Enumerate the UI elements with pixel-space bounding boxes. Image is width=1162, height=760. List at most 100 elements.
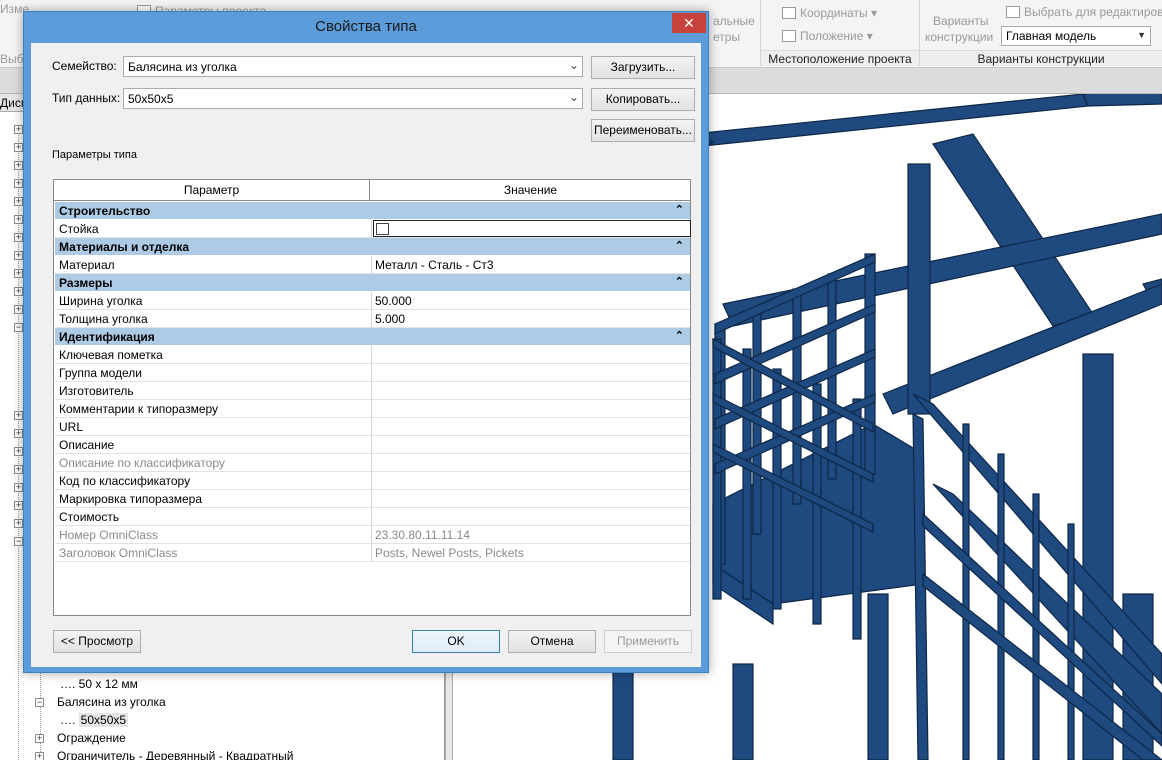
expand-icon[interactable]: + bbox=[35, 734, 44, 743]
group-header[interactable]: Размеры ⌃ bbox=[55, 274, 690, 292]
checkbox[interactable] bbox=[376, 223, 389, 235]
expand-icon[interactable]: + bbox=[14, 411, 23, 420]
column-value-header[interactable]: Значение bbox=[371, 180, 690, 201]
expand-icon[interactable]: + bbox=[14, 429, 23, 438]
parameter-row[interactable]: Маркировка типоразмера bbox=[55, 490, 690, 508]
apply-button[interactable]: Применить bbox=[604, 630, 692, 653]
coordinates-button[interactable]: Координаты ▾ bbox=[782, 6, 877, 20]
parameter-value: 23.30.80.11.11.14 bbox=[375, 528, 470, 542]
dialog-title: Свойства типа bbox=[315, 18, 417, 35]
parameter-row[interactable]: Ключевая пометка bbox=[55, 346, 690, 364]
close-icon[interactable]: ✕ bbox=[672, 13, 706, 33]
expand-icon[interactable]: + bbox=[14, 269, 23, 278]
parameter-row[interactable]: Толщина уголка 5.000 bbox=[55, 310, 690, 328]
tree-item-railing[interactable]: Ограждение bbox=[57, 731, 126, 745]
expand-icon[interactable]: + bbox=[14, 161, 23, 170]
cancel-button[interactable]: Отмена bbox=[508, 630, 596, 653]
collapse-icon[interactable]: ⌃ bbox=[675, 275, 684, 288]
group-label: Строительство bbox=[59, 204, 151, 218]
expand-icon[interactable]: + bbox=[35, 752, 44, 760]
coordinates-label: Координаты bbox=[800, 6, 868, 20]
parameter-name: Материал bbox=[59, 258, 115, 272]
parameter-row[interactable]: Материал Металл - Сталь - Ст3 bbox=[55, 256, 690, 274]
tree-item-50x50x5[interactable]: …. 50x50x5 bbox=[60, 713, 129, 727]
collapse-icon[interactable]: ⌃ bbox=[675, 239, 684, 252]
position-icon bbox=[782, 30, 796, 42]
collapse-icon[interactable]: − bbox=[35, 698, 44, 707]
tree-item-baluster-family[interactable]: Балясина из уголка bbox=[57, 695, 166, 709]
group-header[interactable]: Идентификация ⌃ bbox=[55, 328, 690, 346]
tree-item-label: 50x50x5 bbox=[78, 713, 129, 727]
parameter-name: Описание bbox=[59, 438, 115, 452]
parameter-value: Posts, Newel Posts, Pickets bbox=[375, 546, 524, 560]
preview-button[interactable]: << Просмотр bbox=[53, 630, 141, 653]
parameter-row[interactable]: Стойка bbox=[55, 220, 691, 238]
parameter-row[interactable]: Комментарии к типоразмеру bbox=[55, 400, 690, 418]
expand-icon[interactable]: + bbox=[14, 483, 23, 492]
expand-icon[interactable]: + bbox=[14, 305, 23, 314]
variants-button-line2[interactable]: конструкции bbox=[925, 30, 993, 44]
group-header[interactable]: Строительство ⌃ bbox=[55, 202, 690, 220]
ribbon-select-partial[interactable]: Выб bbox=[0, 52, 24, 66]
expand-icon[interactable]: + bbox=[14, 125, 23, 134]
group-header[interactable]: Материалы и отделка ⌃ bbox=[55, 238, 690, 256]
parameter-row[interactable]: URL bbox=[55, 418, 690, 436]
family-select[interactable]: Балясина из уголка ⌄ bbox=[123, 56, 583, 77]
expand-icon[interactable]: + bbox=[14, 287, 23, 296]
grid-header: Параметр Значение bbox=[54, 180, 690, 201]
collapse-icon[interactable]: − bbox=[14, 537, 23, 546]
parameter-row[interactable]: Описание bbox=[55, 436, 690, 454]
type-value: 50x50x5 bbox=[128, 92, 174, 106]
ribbon-walls-partial[interactable]: альные bbox=[713, 14, 755, 28]
pick-for-edit-label: Выбрать для редактирова bbox=[1024, 5, 1162, 19]
variants-panel-title: Варианты конструкции bbox=[920, 50, 1162, 66]
parameter-row[interactable]: Изготовитель bbox=[55, 382, 690, 400]
expand-icon[interactable]: + bbox=[14, 143, 23, 152]
position-label: Положение bbox=[800, 29, 864, 43]
parameter-name: Описание по классификатору bbox=[59, 456, 225, 470]
expand-icon[interactable]: + bbox=[14, 179, 23, 188]
parameter-row[interactable]: Описание по классификатору bbox=[55, 454, 690, 472]
parameter-row[interactable]: Группа модели bbox=[55, 364, 690, 382]
collapse-icon[interactable]: ⌃ bbox=[675, 203, 684, 216]
parameter-row[interactable]: Заголовок OmniClass Posts, Newel Posts, P… bbox=[55, 544, 690, 562]
type-properties-dialog: Свойства типа ✕ Семейство: Балясина из у… bbox=[23, 11, 709, 673]
type-params-label: Параметры типа bbox=[52, 149, 137, 161]
expand-icon[interactable]: + bbox=[14, 465, 23, 474]
pick-for-edit-button[interactable]: Выбрать для редактирова bbox=[1006, 5, 1162, 19]
location-panel-title: Местоположение проекта bbox=[761, 50, 919, 66]
variants-button-line1[interactable]: Варианты bbox=[933, 14, 988, 28]
parameter-row[interactable]: Номер OmniClass 23.30.80.11.11.14 bbox=[55, 526, 690, 544]
rename-button[interactable]: Переименовать... bbox=[591, 119, 695, 142]
expand-icon[interactable]: + bbox=[14, 501, 23, 510]
parameter-row[interactable]: Код по классификатору bbox=[55, 472, 690, 490]
column-param-header[interactable]: Параметр bbox=[54, 180, 370, 201]
copy-button[interactable]: Копировать... bbox=[591, 88, 695, 111]
tree-item-50x12[interactable]: …. 50 x 12 мм bbox=[60, 677, 138, 691]
parameter-row[interactable]: Стоимость bbox=[55, 508, 690, 526]
expand-icon[interactable]: + bbox=[14, 447, 23, 456]
position-button[interactable]: Положение ▾ bbox=[782, 29, 873, 43]
parameter-name: Код по классификатору bbox=[59, 474, 191, 488]
expand-icon[interactable]: + bbox=[14, 519, 23, 528]
expand-icon[interactable]: + bbox=[14, 251, 23, 260]
group-label: Размеры bbox=[59, 276, 113, 290]
expand-icon[interactable]: + bbox=[14, 233, 23, 242]
parameter-value[interactable]: Металл - Сталь - Ст3 bbox=[375, 258, 494, 272]
parameter-value-cell[interactable] bbox=[373, 220, 691, 237]
parameter-value[interactable]: 5.000 bbox=[375, 312, 405, 326]
collapse-icon[interactable]: − bbox=[14, 323, 23, 332]
load-button[interactable]: Загрузить... bbox=[591, 56, 695, 79]
collapse-icon[interactable]: ⌃ bbox=[675, 329, 684, 342]
expand-icon[interactable]: + bbox=[14, 215, 23, 224]
ok-button[interactable]: OK bbox=[412, 630, 500, 653]
tree-item-limiter[interactable]: Ограничитель - Деревянный - Квадратный bbox=[57, 749, 293, 760]
parameter-name: Комментарии к типоразмеру bbox=[59, 402, 219, 416]
expand-icon[interactable]: + bbox=[14, 197, 23, 206]
parameter-name: Стойка bbox=[59, 222, 99, 236]
main-model-select[interactable]: Главная модель ▼ bbox=[1001, 26, 1151, 46]
parameter-name: Ключевая пометка bbox=[59, 348, 163, 362]
parameter-value[interactable]: 50.000 bbox=[375, 294, 412, 308]
parameter-row[interactable]: Ширина уголка 50.000 bbox=[55, 292, 690, 310]
type-select[interactable]: 50x50x5 ⌄ bbox=[123, 88, 583, 109]
